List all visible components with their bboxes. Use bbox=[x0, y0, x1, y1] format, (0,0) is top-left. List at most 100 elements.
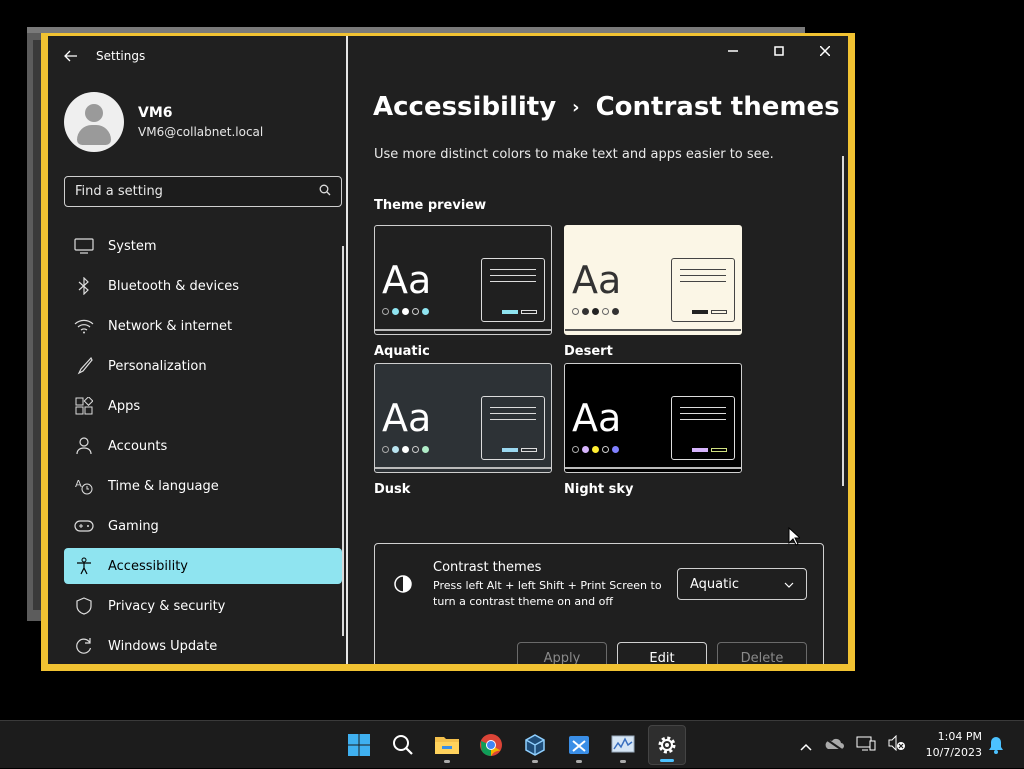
network-icon[interactable] bbox=[856, 735, 876, 755]
sidebar-item-network[interactable]: Network & internet bbox=[64, 308, 342, 344]
sidebar-item-label: Time & language bbox=[108, 478, 219, 494]
theme-name-dusk: Dusk bbox=[374, 482, 411, 497]
delete-button[interactable]: Delete bbox=[717, 642, 807, 664]
main-content: Accessibility › Contrast themes Use more… bbox=[348, 36, 848, 664]
profile-email: VM6@collabnet.local bbox=[138, 125, 264, 139]
search-icon[interactable] bbox=[319, 184, 331, 200]
sidebar-nav: System Bluetooth & devices Network & int… bbox=[64, 228, 342, 664]
close-button[interactable] bbox=[802, 36, 848, 66]
theme-preview-aquatic[interactable]: Aa bbox=[374, 225, 552, 335]
sidebar-item-personalization[interactable]: Personalization bbox=[64, 348, 342, 384]
settings-window-content: Settings VM6 VM6@collabnet.local Find a … bbox=[48, 36, 848, 664]
sidebar-scrollbar[interactable] bbox=[342, 246, 344, 636]
breadcrumb-separator: › bbox=[572, 96, 580, 118]
chrome-icon[interactable] bbox=[472, 725, 510, 765]
theme-color-dots bbox=[382, 308, 429, 315]
sidebar-item-label: Gaming bbox=[108, 518, 159, 534]
resource-monitor-icon[interactable] bbox=[604, 725, 642, 765]
time-language-icon: A bbox=[74, 476, 94, 496]
contrast-icon bbox=[393, 574, 413, 598]
page-title: Contrast themes bbox=[595, 92, 840, 122]
card-description: Press left Alt + left Shift + Print Scre… bbox=[433, 579, 662, 608]
gamepad-icon bbox=[74, 516, 94, 536]
search-input[interactable]: Find a setting bbox=[64, 176, 342, 207]
theme-sample-text: Aa bbox=[572, 396, 622, 440]
theme-window-sample bbox=[481, 258, 545, 322]
settings-icon[interactable] bbox=[648, 725, 686, 765]
back-arrow-icon[interactable] bbox=[64, 49, 78, 63]
contrast-themes-card: Contrast themes Press left Alt + left Sh… bbox=[374, 543, 824, 664]
avatar bbox=[64, 92, 124, 152]
sidebar-item-windows-update[interactable]: Windows Update bbox=[64, 628, 342, 664]
sidebar-item-bluetooth[interactable]: Bluetooth & devices bbox=[64, 268, 342, 304]
sidebar-item-privacy[interactable]: Privacy & security bbox=[64, 588, 342, 624]
theme-window-sample bbox=[671, 396, 735, 460]
clock[interactable]: 1:04 PM 10/7/2023 bbox=[918, 729, 982, 761]
shield-icon bbox=[74, 596, 94, 616]
virtualbox-icon[interactable] bbox=[516, 725, 554, 765]
sidebar-item-label: Accounts bbox=[108, 438, 168, 454]
sidebar-item-label: Personalization bbox=[108, 358, 207, 374]
theme-sample-text: Aa bbox=[382, 258, 432, 302]
sidebar-item-label: Privacy & security bbox=[108, 598, 226, 614]
sidebar-item-accounts[interactable]: Accounts bbox=[64, 428, 342, 464]
theme-color-dots bbox=[572, 308, 619, 315]
minimize-button[interactable] bbox=[710, 36, 756, 66]
edit-button[interactable]: Edit bbox=[617, 642, 707, 664]
system-tray bbox=[800, 721, 906, 769]
update-icon bbox=[74, 636, 94, 656]
snipping-tool-icon[interactable] bbox=[560, 725, 598, 765]
sidebar-item-time-language[interactable]: A Time & language bbox=[64, 468, 342, 504]
mouse-cursor-icon bbox=[788, 526, 802, 550]
volume-muted-icon[interactable] bbox=[888, 734, 906, 755]
search-icon[interactable] bbox=[384, 725, 422, 765]
theme-name-night-sky: Night sky bbox=[564, 482, 634, 497]
theme-preview-label: Theme preview bbox=[374, 198, 487, 213]
theme-sample-text: Aa bbox=[572, 258, 622, 302]
apps-icon bbox=[74, 396, 94, 416]
sidebar-item-label: Accessibility bbox=[108, 558, 188, 574]
clock-time: 1:04 PM bbox=[937, 730, 982, 743]
breadcrumb: Accessibility › Contrast themes bbox=[373, 92, 840, 122]
theme-dropdown-value: Aquatic bbox=[690, 576, 739, 592]
breadcrumb-parent[interactable]: Accessibility bbox=[373, 92, 556, 122]
maximize-button[interactable] bbox=[756, 36, 802, 66]
chevron-down-icon bbox=[784, 577, 794, 592]
sidebar-item-label: Network & internet bbox=[108, 318, 233, 334]
theme-sample-text: Aa bbox=[382, 396, 432, 440]
sidebar-item-accessibility[interactable]: Accessibility bbox=[64, 548, 342, 584]
main-scrollbar[interactable] bbox=[842, 156, 844, 486]
taskbar-apps bbox=[340, 721, 686, 769]
notification-bell-icon[interactable] bbox=[988, 736, 1004, 758]
sidebar-item-label: Bluetooth & devices bbox=[108, 278, 239, 294]
taskbar: 1:04 PM 10/7/2023 bbox=[0, 720, 1024, 768]
theme-dropdown[interactable]: Aquatic bbox=[677, 568, 807, 600]
card-title: Contrast themes bbox=[433, 560, 542, 575]
app-title: Settings bbox=[96, 49, 146, 63]
theme-preview-desert[interactable]: Aa bbox=[564, 225, 742, 335]
chevron-up-icon[interactable] bbox=[800, 736, 812, 755]
sidebar: Settings VM6 VM6@collabnet.local Find a … bbox=[48, 36, 346, 664]
theme-window-sample bbox=[481, 396, 545, 460]
user-profile[interactable]: VM6 VM6@collabnet.local bbox=[64, 92, 263, 152]
theme-preview-dusk[interactable]: Aa bbox=[374, 363, 552, 473]
brush-icon bbox=[74, 356, 94, 376]
theme-color-dots bbox=[572, 446, 619, 453]
sidebar-item-system[interactable]: System bbox=[64, 228, 342, 264]
theme-window-sample bbox=[671, 258, 735, 322]
file-explorer-icon[interactable] bbox=[428, 725, 466, 765]
sidebar-item-label: System bbox=[108, 238, 157, 254]
svg-text:A: A bbox=[75, 479, 82, 490]
bluetooth-icon bbox=[74, 276, 94, 296]
sidebar-item-gaming[interactable]: Gaming bbox=[64, 508, 342, 544]
theme-name-aquatic: Aquatic bbox=[374, 344, 430, 359]
sidebar-item-label: Windows Update bbox=[108, 638, 218, 654]
accessibility-icon bbox=[74, 556, 94, 576]
search-placeholder: Find a setting bbox=[75, 184, 163, 199]
onedrive-icon[interactable] bbox=[824, 736, 844, 755]
apply-button[interactable]: Apply bbox=[517, 642, 607, 664]
clock-date: 10/7/2023 bbox=[925, 746, 982, 759]
sidebar-item-apps[interactable]: Apps bbox=[64, 388, 342, 424]
windows-start-icon[interactable] bbox=[340, 725, 378, 765]
theme-preview-night-sky[interactable]: Aa bbox=[564, 363, 742, 473]
